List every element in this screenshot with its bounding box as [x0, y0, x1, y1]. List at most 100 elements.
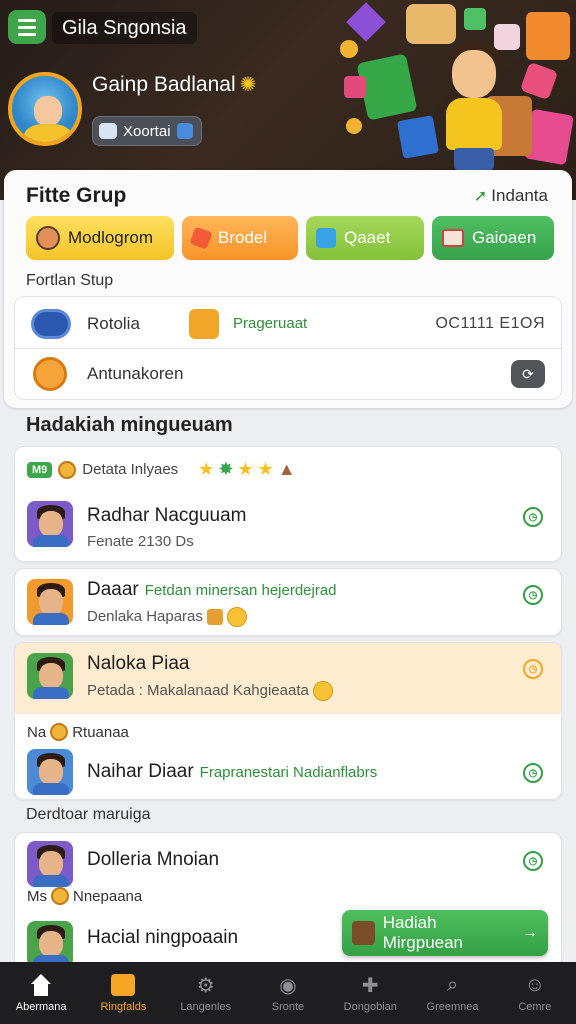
coin-icon: [340, 40, 358, 58]
gem-icon: [519, 61, 559, 101]
coin-icon: [58, 460, 77, 479]
nav-item-settings[interactable]: ⚙ Langenles: [165, 962, 247, 1024]
weekly-reward-button[interactable]: Hadiah Mirgpuean →: [342, 910, 548, 956]
group-row[interactable]: Rotolia Prageruaat OC1111 E1OЯ: [15, 299, 561, 349]
cta-label: Hadiah Mirgpuean: [382, 913, 464, 952]
star-icon: ✸: [218, 459, 234, 479]
row-label: Antunakoren: [87, 364, 184, 383]
player-name: Radhar Nacguuam: [87, 505, 247, 526]
group-link-label: Indanta: [491, 186, 548, 205]
badge-flag-icon: [176, 123, 193, 139]
clock-icon[interactable]: ◷: [523, 507, 543, 527]
player-avatar: [27, 653, 73, 699]
star-icon: ★: [198, 459, 215, 479]
row-code: OC1111 E1OЯ: [435, 314, 545, 332]
section2-title: Derdtoar maruiga: [26, 806, 151, 823]
face-icon: [36, 226, 60, 250]
trophy-icon: ▲: [277, 459, 296, 479]
search-icon: ◉: [279, 974, 297, 997]
nav-item-games[interactable]: ✚ Dongobian: [329, 962, 411, 1024]
gem-icon: [346, 2, 386, 42]
menu-icon-line: [18, 18, 36, 22]
avatar-face: [39, 931, 63, 957]
chip-qaaet[interactable]: Qaaet: [306, 216, 424, 260]
coin-icon: [346, 118, 362, 134]
mini-label-text: Nnepaana: [73, 887, 143, 905]
cube-icon: [316, 228, 336, 248]
player-avatar: [27, 501, 73, 547]
group-link[interactable]: ➚ Indanta: [474, 186, 548, 206]
group-chips: Modlogrom Brodel Qaaet Gaioaen: [26, 216, 554, 260]
group-row[interactable]: Antunakoren ⟳: [15, 349, 561, 399]
user-name-text: Gainp Badlanal: [92, 73, 236, 96]
chip-brodel[interactable]: Brodel: [182, 216, 298, 260]
nav-item-rewards[interactable]: Ringfalds: [82, 962, 164, 1024]
gift-box-icon: [396, 115, 440, 159]
box-icon: [206, 609, 223, 625]
weekly-card[interactable]: Naloka Piaa Petada : Makalanaad Kahgieaa…: [14, 642, 562, 800]
hero-body: [446, 98, 502, 150]
chip-gaioaen[interactable]: Gaioaen: [432, 216, 554, 260]
weekly-card[interactable]: Daaar Fetdan minersan hejerdejrad Denlaka…: [14, 568, 562, 636]
row-label: Rotolia: [87, 313, 140, 333]
clock-icon[interactable]: ◷: [523, 851, 543, 871]
home-icon-shape: [29, 974, 53, 996]
avatar-body: [33, 613, 69, 625]
player-avatar: [27, 579, 73, 625]
avatar-face: [39, 851, 63, 877]
candy-icon: [189, 226, 213, 250]
avatar-body: [33, 875, 69, 887]
face-icon: [33, 357, 67, 391]
level-tag: M9: [27, 461, 53, 478]
weekly-top-row: M9 Detata Inlyaes ★ ✸ ★ ★ ▲: [27, 459, 296, 480]
link-icon[interactable]: ⟳: [511, 360, 545, 388]
weekly-card[interactable]: M9 Detata Inlyaes ★ ✸ ★ ★ ▲ Radhar Nacgu…: [14, 446, 562, 562]
user-avatar[interactable]: [8, 72, 82, 146]
mini-label: Ms Nnepaana: [27, 887, 142, 905]
row-mid-text: Prageruaat: [233, 315, 308, 332]
nav-label: Ringfalds: [100, 1001, 147, 1013]
group-card: Fitte Grup ➚ Indanta Modlogrom Brodel Qa…: [4, 170, 572, 408]
character-icon: [352, 921, 375, 945]
hero-legs: [454, 148, 494, 170]
player-avatar: [27, 841, 73, 887]
clock-icon[interactable]: ◷: [523, 763, 543, 783]
clock-icon[interactable]: ◷: [523, 585, 543, 605]
nav-item-profile[interactable]: ☺ Cemre: [494, 962, 576, 1024]
sparkle-icon: ✺: [239, 74, 257, 96]
user-badge[interactable]: Xoortai: [92, 116, 202, 146]
coin-icon: [51, 887, 69, 905]
weekly-section-title: Hadakiah mingueuam: [26, 414, 233, 436]
gear-icon: ⚙: [196, 974, 215, 997]
player-avatar: [27, 921, 73, 967]
player-name: Daaar Fetdan minersan hejerdejrad: [87, 579, 337, 601]
menu-icon-line: [18, 32, 36, 36]
menu-button[interactable]: [8, 10, 46, 44]
avatar-face: [39, 759, 63, 785]
player-sub: Denlaka Haparas: [87, 607, 247, 627]
nav-item-explore[interactable]: ⌕ Greemnea: [411, 962, 493, 1024]
chip-modlogrom[interactable]: Modlogrom: [26, 216, 174, 260]
shopping-bag-icon: [526, 12, 570, 60]
user-icon: ☺: [524, 973, 546, 996]
player-sub-text: Denlaka Haparas: [87, 607, 203, 625]
player-name: Naihar Diaar Frapranestari Nadianflabrs: [87, 761, 377, 783]
star-icon: ★: [257, 459, 274, 479]
coin-icon: [50, 723, 69, 741]
chip-label: Gaioaen: [472, 228, 537, 247]
leaf-icon: ➚: [473, 188, 488, 205]
rating-stars: ★ ✸ ★ ★ ▲: [198, 459, 295, 480]
box-icon: [110, 973, 136, 997]
magnifier-icon: ⌕: [446, 973, 459, 996]
hero-head: [452, 50, 496, 98]
nav-label: Cemre: [518, 1001, 552, 1013]
clock-icon[interactable]: ◷: [523, 659, 543, 679]
hero-character-illustration: [440, 40, 510, 170]
smile-icon: [312, 681, 333, 701]
nav-item-search[interactable]: ◉ Sronte: [247, 962, 329, 1024]
player-sub: Fenate 2130 Ds: [87, 533, 194, 550]
nav-item-home[interactable]: Abermana: [0, 962, 82, 1024]
player-avatar: [27, 749, 73, 795]
nav-label: Sronte: [271, 1001, 305, 1013]
nav-label: Abermana: [15, 1001, 67, 1013]
